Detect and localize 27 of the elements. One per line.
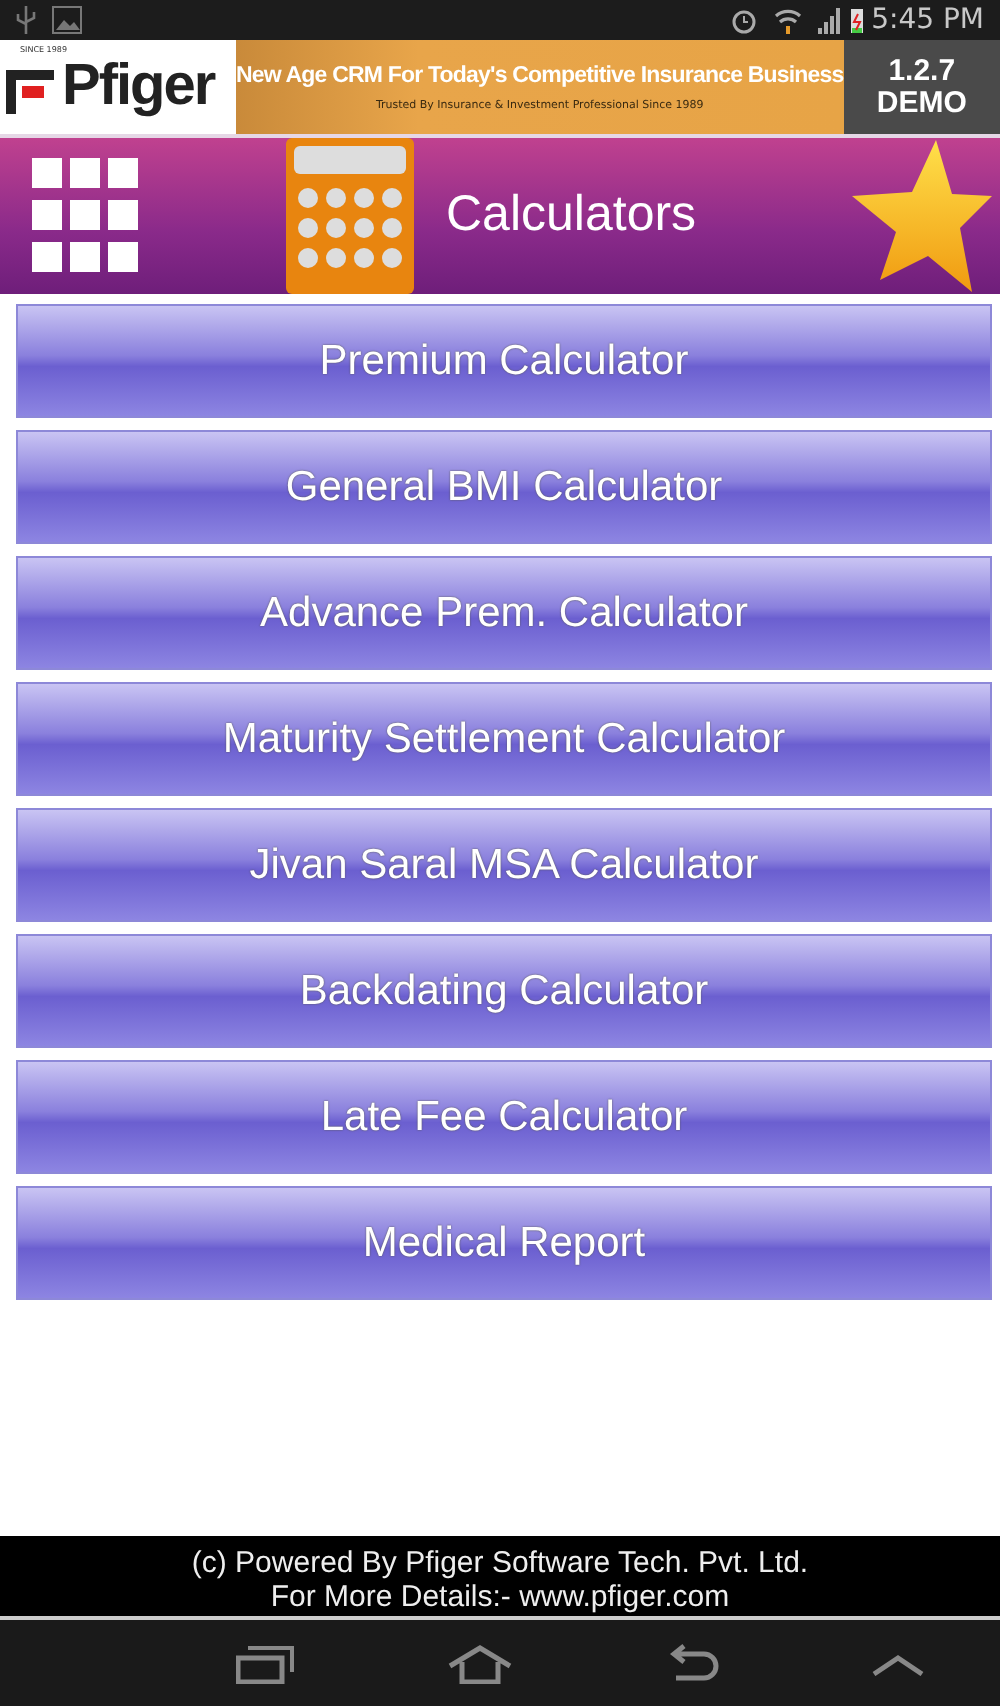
edition-label: DEMO — [876, 87, 967, 119]
signal-icon — [817, 6, 842, 34]
menu-button[interactable]: Jivan Saral MSA Calculator — [16, 808, 992, 922]
wifi-icon — [773, 6, 802, 34]
recent-apps-icon[interactable] — [235, 1643, 295, 1683]
menu-button[interactable]: Medical Report — [16, 1186, 992, 1300]
menu-button[interactable]: Late Fee Calculator — [16, 1060, 992, 1174]
footer-details: For More Details:- www.pfiger.com — [268, 1580, 732, 1614]
grid-menu-icon[interactable] — [32, 158, 138, 274]
logo-text: Pfiger — [62, 58, 215, 116]
star-icon[interactable] — [852, 140, 992, 292]
home-icon[interactable] — [445, 1643, 513, 1683]
menu-button[interactable]: Backdating Calculator — [16, 934, 992, 1048]
menu-button[interactable]: Maturity Settlement Calculator — [16, 682, 992, 796]
battery-icon — [849, 6, 864, 34]
banner-title: New Age CRM For Today's Competitive Insurance Business — [235, 61, 844, 92]
chevron-up-icon[interactable] — [869, 1651, 925, 1675]
menu-button[interactable]: General BMI Calculator — [16, 430, 992, 544]
usb-icon — [16, 6, 36, 34]
version-number: 1.2.7 — [888, 55, 956, 87]
image-icon — [52, 6, 82, 34]
alarm-icon — [729, 6, 758, 34]
status-time: 5:45 PM — [871, 1, 984, 39]
menu-button[interactable]: Premium Calculator — [16, 304, 992, 418]
menu-button[interactable]: Advance Prem. Calculator — [16, 556, 992, 670]
footer-credit: (c) Powered By Pfiger Software Tech. Pvt. Ltd. — [189, 1546, 811, 1580]
page-title: Calculators — [446, 184, 699, 247]
